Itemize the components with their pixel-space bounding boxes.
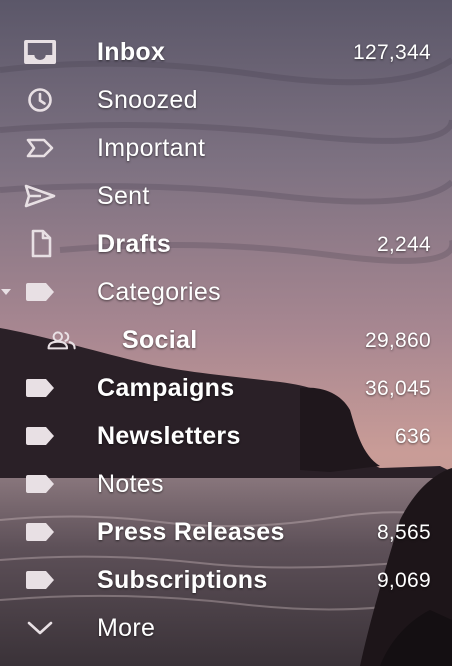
sidebar-item-drafts[interactable]: Drafts 2,244: [0, 220, 452, 268]
people-icon: [46, 328, 78, 352]
sidebar-item-label: Press Releases: [97, 518, 285, 546]
sidebar-item-campaigns[interactable]: Campaigns 36,045: [0, 364, 452, 412]
sidebar-item-sent[interactable]: Sent: [0, 172, 452, 220]
sidebar-item-label: Newsletters: [97, 422, 241, 450]
sidebar-item-press-releases[interactable]: Press Releases 8,565: [0, 508, 452, 556]
unread-count: 9,069: [376, 569, 431, 592]
label-icon: [24, 376, 56, 400]
sidebar-item-label: Sent: [97, 182, 150, 210]
sidebar-item-social[interactable]: Social 29,860: [0, 316, 452, 364]
chevron-down-icon: [24, 616, 56, 640]
sidebar-item-label: Snoozed: [97, 86, 198, 114]
sidebar-item-important[interactable]: Important: [0, 124, 452, 172]
sidebar-item-label: Notes: [97, 470, 164, 498]
unread-count: 636: [395, 425, 431, 448]
sidebar-item-newsletters[interactable]: Newsletters 636: [0, 412, 452, 460]
navigation-sidebar: Inbox 127,344 Snoozed Important Sent Drafts 2,…: [0, 28, 452, 652]
sidebar-item-categories[interactable]: Categories: [0, 268, 452, 316]
sidebar-item-label: Social: [122, 326, 198, 354]
unread-count: 36,045: [364, 377, 431, 400]
sidebar-item-label: More: [97, 614, 156, 642]
label-icon: [24, 568, 56, 592]
unread-count: 127,344: [352, 41, 431, 64]
unread-count: 2,244: [376, 233, 431, 256]
sidebar-item-notes[interactable]: Notes: [0, 460, 452, 508]
sidebar-item-label: Inbox: [97, 38, 166, 66]
send-icon: [24, 184, 56, 208]
clock-icon: [24, 88, 56, 112]
caret-down-icon[interactable]: [0, 286, 12, 298]
sidebar-item-snoozed[interactable]: Snoozed: [0, 76, 452, 124]
inbox-icon: [24, 40, 57, 64]
sidebar-item-label: Categories: [97, 278, 221, 306]
unread-count: 8,565: [376, 521, 431, 544]
label-icon: [24, 424, 56, 448]
sidebar-item-label: Important: [97, 134, 206, 162]
sidebar-item-inbox[interactable]: Inbox 127,344: [0, 28, 452, 76]
important-marker-icon: [24, 136, 56, 160]
sidebar-item-label: Drafts: [97, 230, 172, 258]
sidebar-item-label: Campaigns: [97, 374, 235, 402]
sidebar-item-label: Subscriptions: [97, 566, 268, 594]
label-icon: [24, 472, 56, 496]
draft-document-icon: [24, 229, 56, 258]
sidebar-item-more[interactable]: More: [0, 604, 452, 652]
label-icon: [24, 520, 56, 544]
unread-count: 29,860: [364, 329, 431, 352]
sidebar-item-subscriptions[interactable]: Subscriptions 9,069: [0, 556, 452, 604]
label-icon: [24, 280, 56, 304]
